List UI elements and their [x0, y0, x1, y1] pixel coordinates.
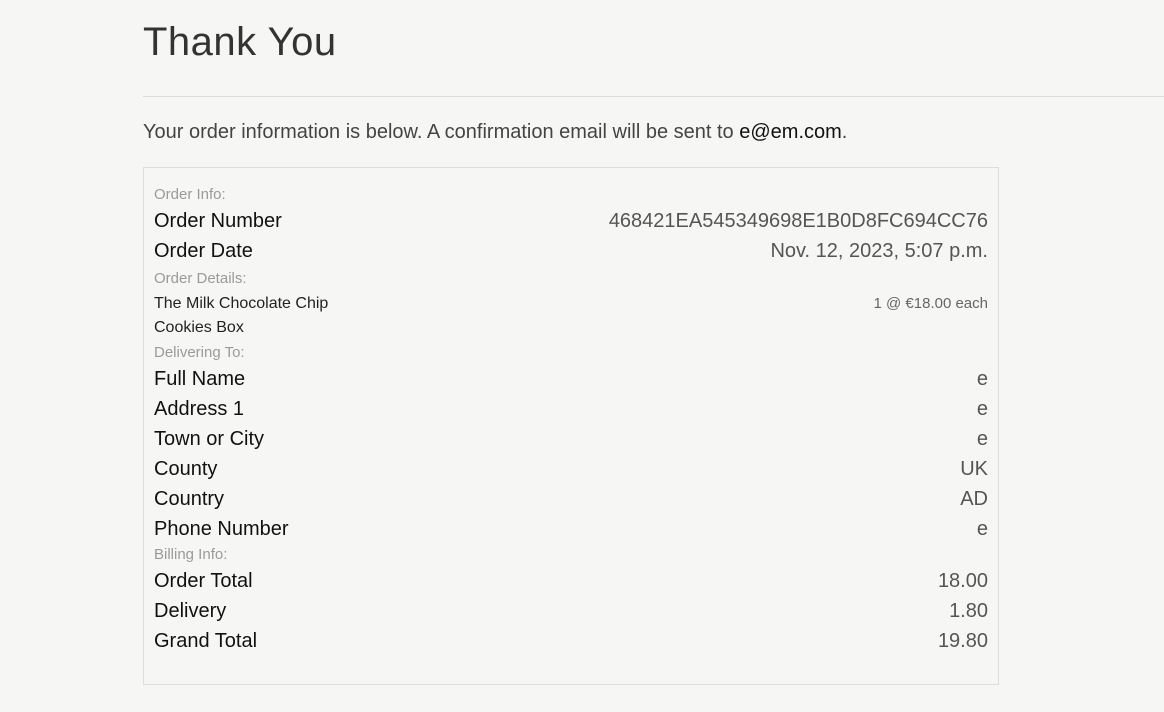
- title-divider: [143, 96, 1164, 97]
- billing-info-label: Billing Info:: [154, 546, 228, 563]
- order-number-value: 468421EA545349698E1B0D8FC694CC76: [608, 209, 988, 232]
- town-or-city-value: e: [976, 427, 988, 450]
- county-label: County: [154, 457, 218, 480]
- full-name-value: e: [976, 367, 988, 390]
- grand-total-row: Grand Total 19.80: [154, 626, 988, 656]
- county-row: County UK: [154, 454, 988, 484]
- order-line-item: The Milk Chocolate Chip Cookies Box 1 @ …: [154, 290, 988, 342]
- phone-number-label: Phone Number: [154, 517, 289, 540]
- phone-number-value: e: [976, 517, 988, 540]
- line-item-name: The Milk Chocolate Chip Cookies Box: [154, 295, 329, 336]
- order-date-value: Nov. 12, 2023, 5:07 p.m.: [770, 239, 988, 262]
- town-or-city-row: Town or City e: [154, 424, 988, 454]
- order-summary-card: Order Info: Order Number 468421EA5453496…: [143, 167, 999, 685]
- county-value: UK: [960, 457, 988, 480]
- order-date-label: Order Date: [154, 239, 253, 262]
- order-number-row: Order Number 468421EA545349698E1B0D8FC69…: [154, 206, 988, 236]
- line-item-quantity-price: 1 @ €18.00 each: [873, 295, 988, 312]
- address-1-row: Address 1 e: [154, 394, 988, 424]
- confirmation-message-text: Your order information is below. A confi…: [143, 121, 740, 143]
- order-total-row: Order Total 18.00: [154, 566, 988, 596]
- phone-number-row: Phone Number e: [154, 514, 988, 544]
- confirmation-message-end: .: [841, 121, 848, 143]
- address-1-label: Address 1: [154, 397, 245, 420]
- order-info-label: Order Info:: [154, 186, 226, 203]
- checkout-success-page: Thank You Your order information is belo…: [0, 0, 1164, 712]
- grand-total-label: Grand Total: [154, 629, 258, 652]
- town-or-city-label: Town or City: [154, 427, 265, 450]
- delivery-row: Delivery 1.80: [154, 596, 988, 626]
- order-details-label: Order Details:: [154, 270, 247, 287]
- page-title: Thank You: [143, 20, 337, 64]
- country-row: Country AD: [154, 484, 988, 514]
- delivery-value: 1.80: [949, 599, 988, 622]
- delivery-label: Delivery: [154, 599, 227, 622]
- address-1-value: e: [976, 397, 988, 420]
- country-label: Country: [154, 487, 225, 510]
- full-name-label: Full Name: [154, 367, 246, 390]
- order-number-label: Order Number: [154, 209, 282, 232]
- confirmation-email: e@em.com: [739, 121, 842, 143]
- country-value: AD: [960, 487, 988, 510]
- delivering-to-label: Delivering To:: [154, 344, 245, 361]
- order-date-row: Order Date Nov. 12, 2023, 5:07 p.m.: [154, 236, 988, 266]
- confirmation-message: Your order information is below. A confi…: [143, 118, 847, 146]
- full-name-row: Full Name e: [154, 364, 988, 394]
- order-total-value: 18.00: [937, 569, 988, 592]
- grand-total-value: 19.80: [937, 629, 988, 652]
- order-total-label: Order Total: [154, 569, 253, 592]
